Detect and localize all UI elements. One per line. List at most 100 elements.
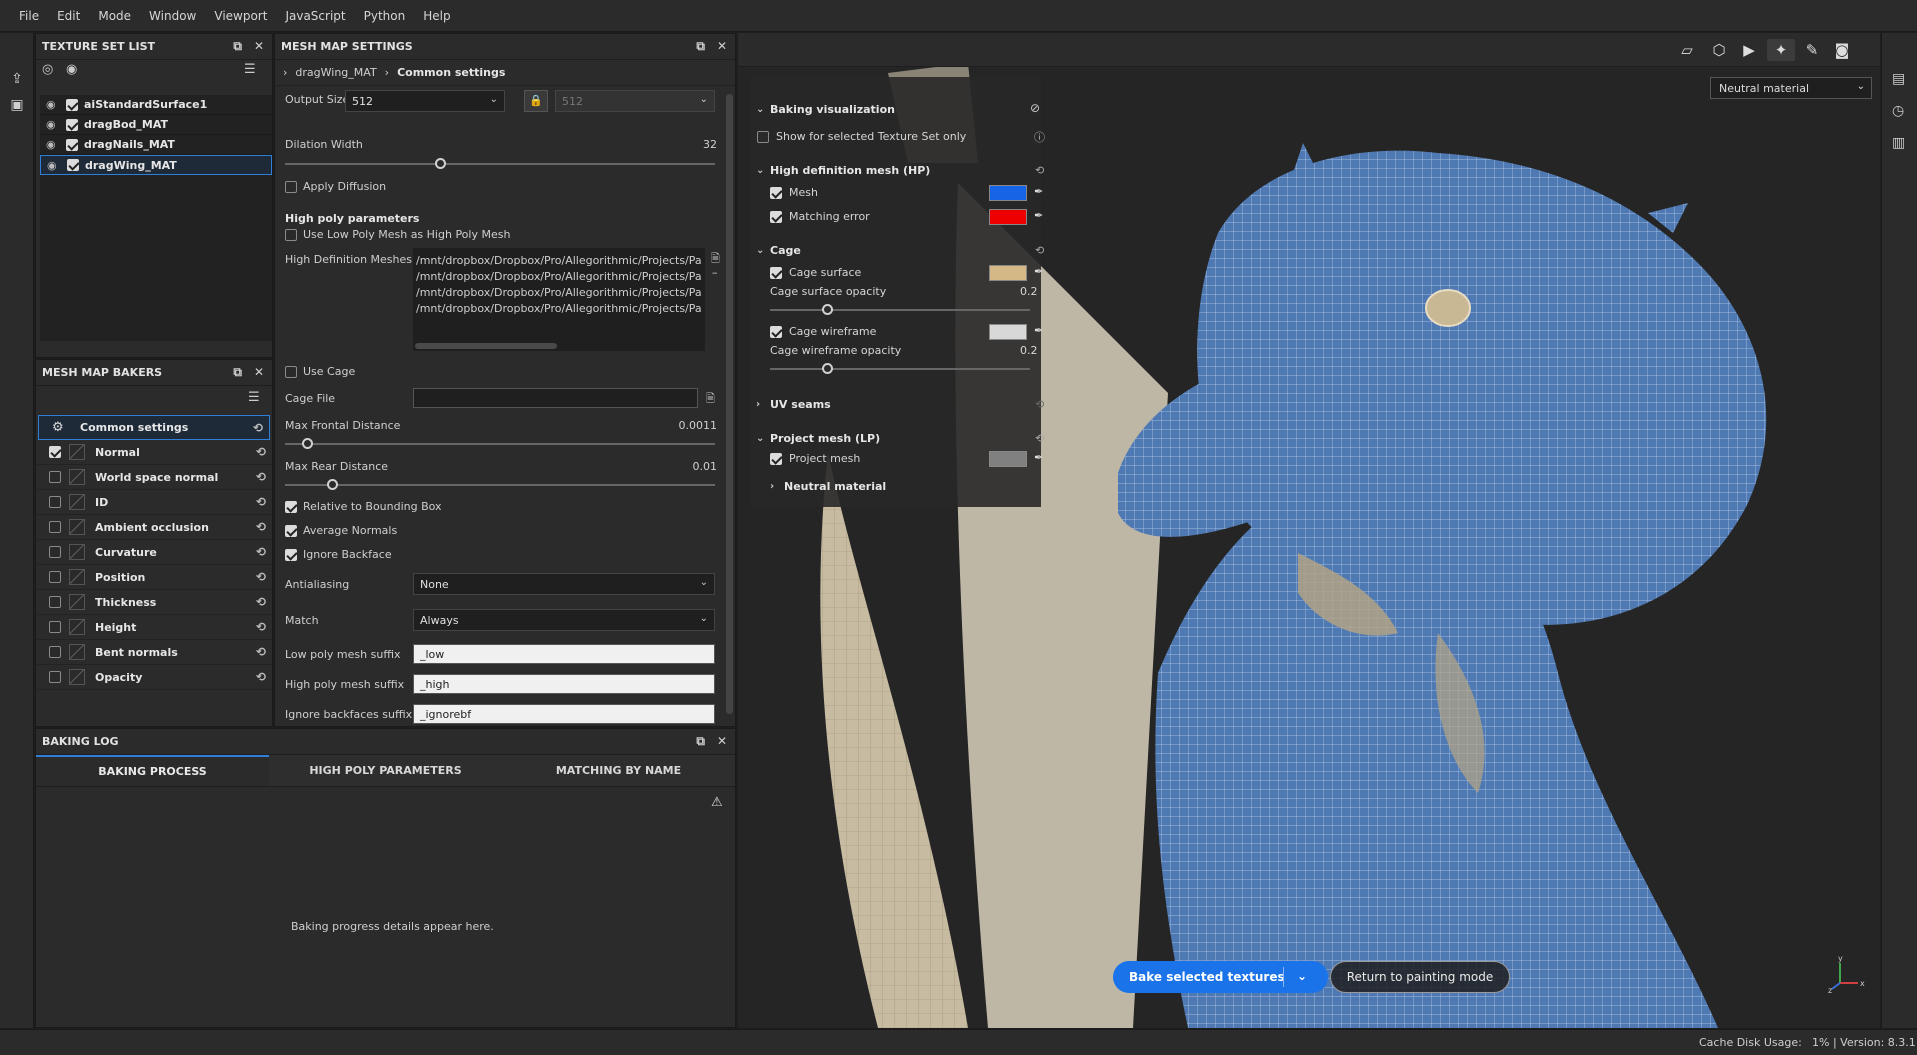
chevron-down-icon[interactable]: ⌄ bbox=[1297, 969, 1307, 983]
export-icon[interactable]: ⇪ bbox=[7, 69, 27, 89]
link-icon[interactable]: ⟲ bbox=[256, 495, 266, 509]
baker-row[interactable]: Opacity ⟲ bbox=[36, 665, 272, 690]
output-size-select[interactable]: 512 ⌄ bbox=[345, 90, 505, 112]
use-low-poly-checkbox[interactable] bbox=[285, 228, 297, 241]
bake-brush-icon[interactable]: ✦ bbox=[1767, 39, 1795, 61]
reset-icon[interactable]: ⟲ bbox=[1035, 432, 1044, 445]
use-cage-checkbox[interactable] bbox=[285, 365, 297, 378]
menu-icon[interactable]: ☰ bbox=[248, 390, 260, 405]
baker-row[interactable]: Position ⟲ bbox=[36, 565, 272, 590]
file-icon[interactable]: 🗎 bbox=[706, 390, 715, 409]
section-neutral-material[interactable]: › Neutral material bbox=[770, 480, 886, 493]
texture-set-checkbox[interactable] bbox=[66, 138, 78, 151]
link-icon[interactable]: ⟲ bbox=[253, 421, 263, 435]
baker-checkbox[interactable] bbox=[49, 671, 61, 683]
baker-row[interactable]: ID ⟲ bbox=[36, 490, 272, 515]
project-mesh-color-swatch[interactable] bbox=[989, 451, 1027, 467]
menu-item-python[interactable]: Python bbox=[355, 9, 415, 23]
baker-row[interactable]: Ambient occlusion ⟲ bbox=[36, 515, 272, 540]
undock-icon[interactable]: ⧉ bbox=[233, 365, 242, 380]
eyedropper-icon[interactable]: ✒ bbox=[1034, 324, 1043, 337]
slider-knob[interactable] bbox=[434, 158, 446, 169]
perspective-icon[interactable]: ▱ bbox=[1673, 39, 1701, 61]
section-project-mesh[interactable]: ⌄ Project mesh (LP) bbox=[756, 432, 880, 445]
match-select[interactable]: Always ⌄ bbox=[413, 609, 715, 631]
eyedropper-icon[interactable]: ✒ bbox=[1034, 451, 1043, 464]
slider-knob[interactable] bbox=[822, 363, 833, 374]
link-icon[interactable]: ⟲ bbox=[256, 645, 266, 659]
apply-diffusion-checkbox[interactable] bbox=[285, 180, 297, 193]
matching-error-checkbox[interactable] bbox=[770, 210, 782, 223]
baker-row[interactable]: Bent normals ⟲ bbox=[36, 640, 272, 665]
eyedropper-icon[interactable]: ✒ bbox=[1034, 209, 1043, 222]
close-icon[interactable]: ✕ bbox=[717, 39, 727, 54]
cage-surface-color-swatch[interactable] bbox=[989, 265, 1027, 281]
dilation-slider[interactable] bbox=[285, 158, 715, 169]
cage-wireframe-color-swatch[interactable] bbox=[989, 324, 1027, 340]
baker-checkbox[interactable] bbox=[49, 646, 61, 658]
warning-icon[interactable]: ⚠ bbox=[711, 795, 723, 810]
section-cage[interactable]: ⌄ Cage bbox=[756, 244, 801, 257]
menu-item-mode[interactable]: Mode bbox=[89, 9, 140, 23]
paint-brush-icon[interactable]: ✎ bbox=[1798, 39, 1826, 61]
slider-knob[interactable] bbox=[327, 479, 339, 490]
baker-checkbox[interactable] bbox=[49, 621, 61, 633]
material-select[interactable]: Neutral material ⌄ bbox=[1710, 77, 1872, 99]
slider-knob[interactable] bbox=[822, 304, 833, 315]
texture-set-row[interactable]: ◉ dragBod_MAT bbox=[40, 115, 272, 135]
link-icon[interactable]: ⟲ bbox=[256, 670, 266, 684]
screenshot-camera-icon[interactable]: ◙ bbox=[1828, 39, 1856, 61]
baker-checkbox[interactable] bbox=[49, 571, 61, 583]
project-mesh-checkbox[interactable] bbox=[770, 452, 782, 465]
menu-icon[interactable]: ☰ bbox=[244, 62, 256, 77]
cage-surface-opacity-slider[interactable] bbox=[770, 304, 1030, 315]
menu-item-javascript[interactable]: JavaScript bbox=[276, 9, 354, 23]
viewport[interactable]: ▱ ⬡ ▶ ✦ ✎ ◙ Neutral material ⌄ ⌄ Baking v… bbox=[738, 33, 1880, 1028]
close-icon[interactable]: ✕ bbox=[254, 365, 264, 380]
hd-mesh-path[interactable]: /mnt/dropbox/Dropbox/Pro/Allegorithmic/P… bbox=[416, 302, 705, 318]
texture-set-row[interactable]: ◉ dragNails_MAT bbox=[40, 135, 272, 155]
menu-item-help[interactable]: Help bbox=[414, 9, 459, 23]
baker-checkbox[interactable] bbox=[49, 471, 61, 483]
average-normals-checkbox[interactable] bbox=[285, 524, 297, 537]
camera-video-icon[interactable]: ▶ bbox=[1735, 39, 1763, 61]
info-icon[interactable]: ⓘ bbox=[1034, 129, 1045, 145]
link-icon[interactable]: ⟲ bbox=[256, 470, 266, 484]
hd-mesh-path[interactable]: /mnt/dropbox/Dropbox/Pro/Allegorithmic/P… bbox=[416, 286, 705, 302]
link-icon[interactable]: ⟲ bbox=[256, 520, 266, 534]
hd-mesh-path[interactable]: /mnt/dropbox/Dropbox/Pro/Allegorithmic/P… bbox=[416, 254, 705, 270]
low-suffix-input[interactable]: _low bbox=[413, 644, 715, 664]
cage-surface-checkbox[interactable] bbox=[770, 266, 782, 279]
baker-row[interactable]: Thickness ⟲ bbox=[36, 590, 272, 615]
cage-wireframe-opacity-slider[interactable] bbox=[770, 363, 1030, 374]
menu-item-window[interactable]: Window bbox=[140, 9, 205, 23]
breadcrumb-root[interactable]: dragWing_MAT bbox=[295, 66, 376, 79]
link-icon[interactable]: ⟲ bbox=[256, 620, 266, 634]
baker-row[interactable]: Height ⟲ bbox=[36, 615, 272, 640]
eye-icon[interactable]: ◉ bbox=[66, 62, 77, 77]
undock-icon[interactable]: ⧉ bbox=[696, 734, 705, 749]
tab-high-poly-parameters[interactable]: HIGH POLY PARAMETERS bbox=[269, 755, 502, 786]
baker-checkbox[interactable] bbox=[49, 446, 61, 458]
lock-icon[interactable]: 🔒 bbox=[524, 90, 548, 112]
baker-row[interactable]: Curvature ⟲ bbox=[36, 540, 272, 565]
show-selected-checkbox[interactable] bbox=[757, 130, 769, 143]
menu-item-viewport[interactable]: Viewport bbox=[205, 9, 276, 23]
eye-icon[interactable]: ◉ bbox=[46, 138, 60, 151]
bake-mode-icon[interactable]: ▣ bbox=[7, 95, 27, 115]
texture-set-checkbox[interactable] bbox=[66, 98, 78, 111]
eye-icon[interactable]: ◉ bbox=[46, 118, 60, 131]
menu-item-edit[interactable]: Edit bbox=[48, 9, 89, 23]
baker-row[interactable]: Normal ⟲ bbox=[36, 440, 272, 465]
antialiasing-select[interactable]: None ⌄ bbox=[413, 573, 715, 595]
cage-wireframe-checkbox[interactable] bbox=[770, 325, 782, 338]
menu-item-file[interactable]: File bbox=[10, 9, 48, 23]
section-hp[interactable]: ⌄ High definition mesh (HP) bbox=[756, 164, 930, 177]
high-suffix-input[interactable]: _high bbox=[413, 674, 715, 694]
link-icon[interactable]: ⟲ bbox=[256, 545, 266, 559]
hd-list-scrollbar[interactable] bbox=[415, 343, 557, 349]
reset-icon[interactable]: ⟲ bbox=[1035, 244, 1044, 257]
undock-icon[interactable]: ⧉ bbox=[233, 39, 242, 54]
hide-eye-icon[interactable]: ⊘ bbox=[1030, 101, 1040, 115]
log-icon[interactable]: ▥ bbox=[1892, 135, 1905, 151]
